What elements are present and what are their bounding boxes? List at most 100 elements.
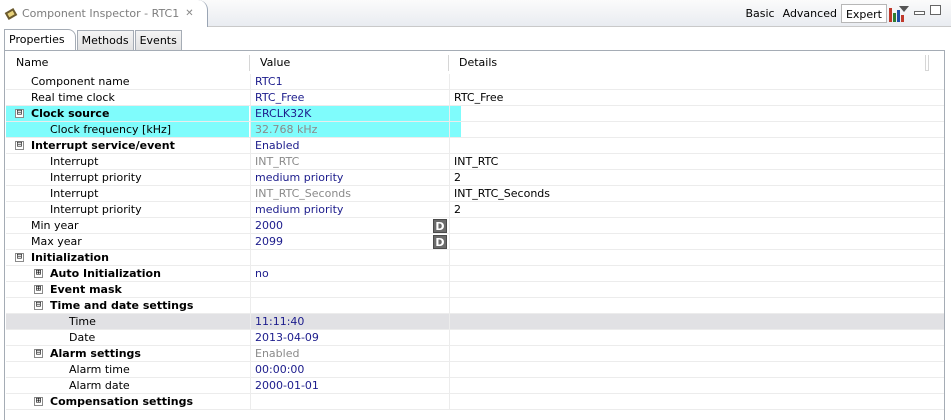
table-row[interactable]: Interrupt priority medium priority 2 [6, 170, 944, 186]
table-row[interactable]: Clock frequency [kHz] 32.768 kHz [6, 122, 944, 138]
expand-icon[interactable]: ⊞ [34, 285, 43, 294]
property-value[interactable] [250, 250, 449, 265]
property-value[interactable]: RTC_Free [250, 90, 449, 105]
close-icon[interactable]: ✕ [185, 8, 193, 19]
table-row[interactable]: Alarm date 2000-01-01 [6, 378, 944, 394]
properties-table: Component name RTC1 Real time clock RTC_… [6, 74, 944, 410]
property-name: Compensation settings [50, 395, 194, 408]
table-row[interactable]: ⊟ Alarm settings Enabled [6, 346, 944, 362]
property-name: Alarm time [69, 363, 130, 376]
property-value[interactable]: no [250, 266, 449, 281]
minimize-icon[interactable] [914, 11, 925, 15]
property-details [449, 298, 923, 313]
column-header-value[interactable]: Value [250, 55, 449, 71]
tab-methods[interactable]: Methods [76, 30, 134, 50]
property-details [449, 266, 923, 281]
expand-icon[interactable]: ⊞ [34, 269, 43, 278]
mode-switcher: Basic Advanced Expert [741, 4, 907, 23]
table-row[interactable]: ⊟ Interrupt service/event Enabled [6, 138, 944, 154]
property-value: INT_RTC_Seconds [250, 186, 449, 201]
property-name: Interrupt priority [50, 171, 142, 184]
view-menu-icon[interactable] [899, 6, 909, 12]
table-row[interactable]: Real time clock RTC_Free RTC_Free [6, 90, 944, 106]
table-row[interactable]: Interrupt priority medium priority 2 [6, 202, 944, 218]
table-row[interactable]: Component name RTC1 [6, 74, 944, 90]
property-name: Interrupt priority [50, 203, 142, 216]
property-details [449, 218, 923, 233]
table-row[interactable]: ⊟ Time and date settings [6, 298, 944, 314]
table-row-selected[interactable]: Time 11:11:40 [6, 314, 944, 330]
property-value[interactable] [250, 282, 449, 297]
table-row[interactable]: ⊞ Auto Initialization no [6, 266, 944, 282]
property-name: Min year [31, 219, 79, 232]
property-details [449, 314, 923, 329]
table-row[interactable]: Max year 2099 D [6, 234, 944, 250]
property-value[interactable]: ERCLK32K [250, 106, 461, 121]
property-name: Real time clock [31, 91, 115, 104]
table-row[interactable]: ⊞ Event mask [6, 282, 944, 298]
default-value-button[interactable]: D [433, 235, 447, 249]
maximize-icon[interactable] [930, 5, 941, 15]
property-name: Alarm date [69, 379, 130, 392]
property-details [449, 74, 923, 89]
property-value[interactable]: 2013-04-09 [250, 330, 449, 345]
property-value[interactable]: RTC1 [250, 74, 449, 89]
column-header-name[interactable]: Name [6, 55, 250, 71]
property-value: 32.768 kHz [250, 122, 461, 137]
mode-basic[interactable]: Basic [741, 4, 778, 23]
subtab-bar: Properties Methods Events [4, 29, 183, 50]
property-name: Clock frequency [kHz] [50, 123, 172, 136]
view-toolbar: Component Inspector - RTC1 ✕ Basic Advan… [0, 0, 951, 27]
property-name: Interrupt [50, 155, 99, 168]
table-row[interactable]: Date 2013-04-09 [6, 330, 944, 346]
property-details: 2 [449, 170, 923, 185]
property-value[interactable]: 2000 [250, 218, 449, 233]
property-name: Event mask [50, 283, 122, 296]
tab-events[interactable]: Events [134, 30, 182, 50]
tab-properties[interactable]: Properties [4, 29, 76, 50]
collapse-icon[interactable]: ⊟ [15, 141, 24, 150]
property-value[interactable]: medium priority [250, 170, 449, 185]
property-details [449, 250, 923, 265]
table-row[interactable]: ⊟ Clock source ERCLK32K [6, 106, 944, 122]
property-value[interactable]: medium priority [250, 202, 449, 217]
property-value[interactable]: Enabled [250, 138, 449, 153]
property-value[interactable]: 2000-01-01 [250, 378, 449, 393]
collapse-icon[interactable]: ⊟ [15, 253, 24, 262]
collapse-icon[interactable]: ⊟ [34, 349, 43, 358]
property-name: Interrupt service/event [31, 139, 175, 152]
property-details: INT_RTC_Seconds [449, 186, 923, 201]
property-details: 2 [449, 202, 923, 217]
property-details [449, 106, 923, 121]
property-name: Date [69, 331, 96, 344]
table-row[interactable]: ⊟ Initialization [6, 250, 944, 266]
mode-advanced[interactable]: Advanced [779, 4, 841, 23]
property-value[interactable]: 11:11:40 [250, 314, 449, 329]
property-name: Component name [31, 75, 130, 88]
collapse-icon[interactable]: ⊟ [15, 109, 24, 118]
component-inspector-view: Component Inspector - RTC1 ✕ Basic Advan… [0, 0, 951, 420]
table-row[interactable]: ⊞ Compensation settings [6, 394, 944, 410]
view-title: Component Inspector - RTC1 [22, 7, 180, 20]
property-name: Auto Initialization [50, 267, 161, 280]
property-details: RTC_Free [449, 90, 923, 105]
property-value[interactable] [250, 298, 449, 313]
mode-expert[interactable]: Expert [840, 4, 887, 23]
table-row[interactable]: Interrupt INT_RTC_Seconds INT_RTC_Second… [6, 186, 944, 202]
property-value: Enabled [250, 346, 449, 361]
column-header-details[interactable]: Details [449, 55, 926, 71]
property-details: INT_RTC [449, 154, 923, 169]
property-name: Alarm settings [50, 347, 141, 360]
table-row[interactable]: Min year 2000 D [6, 218, 944, 234]
property-value[interactable]: 2099 [250, 234, 449, 249]
property-value[interactable]: 00:00:00 [250, 362, 449, 377]
property-name: Interrupt [50, 187, 99, 200]
table-row[interactable]: Alarm time 00:00:00 [6, 362, 944, 378]
view-tab[interactable]: Component Inspector - RTC1 ✕ [0, 0, 208, 27]
expand-icon[interactable]: ⊞ [34, 397, 43, 406]
collapse-icon[interactable]: ⊟ [34, 301, 43, 310]
default-value-button[interactable]: D [433, 219, 447, 233]
component-inspector-icon [4, 7, 18, 21]
property-value[interactable] [250, 394, 449, 409]
table-row[interactable]: Interrupt INT_RTC INT_RTC [6, 154, 944, 170]
